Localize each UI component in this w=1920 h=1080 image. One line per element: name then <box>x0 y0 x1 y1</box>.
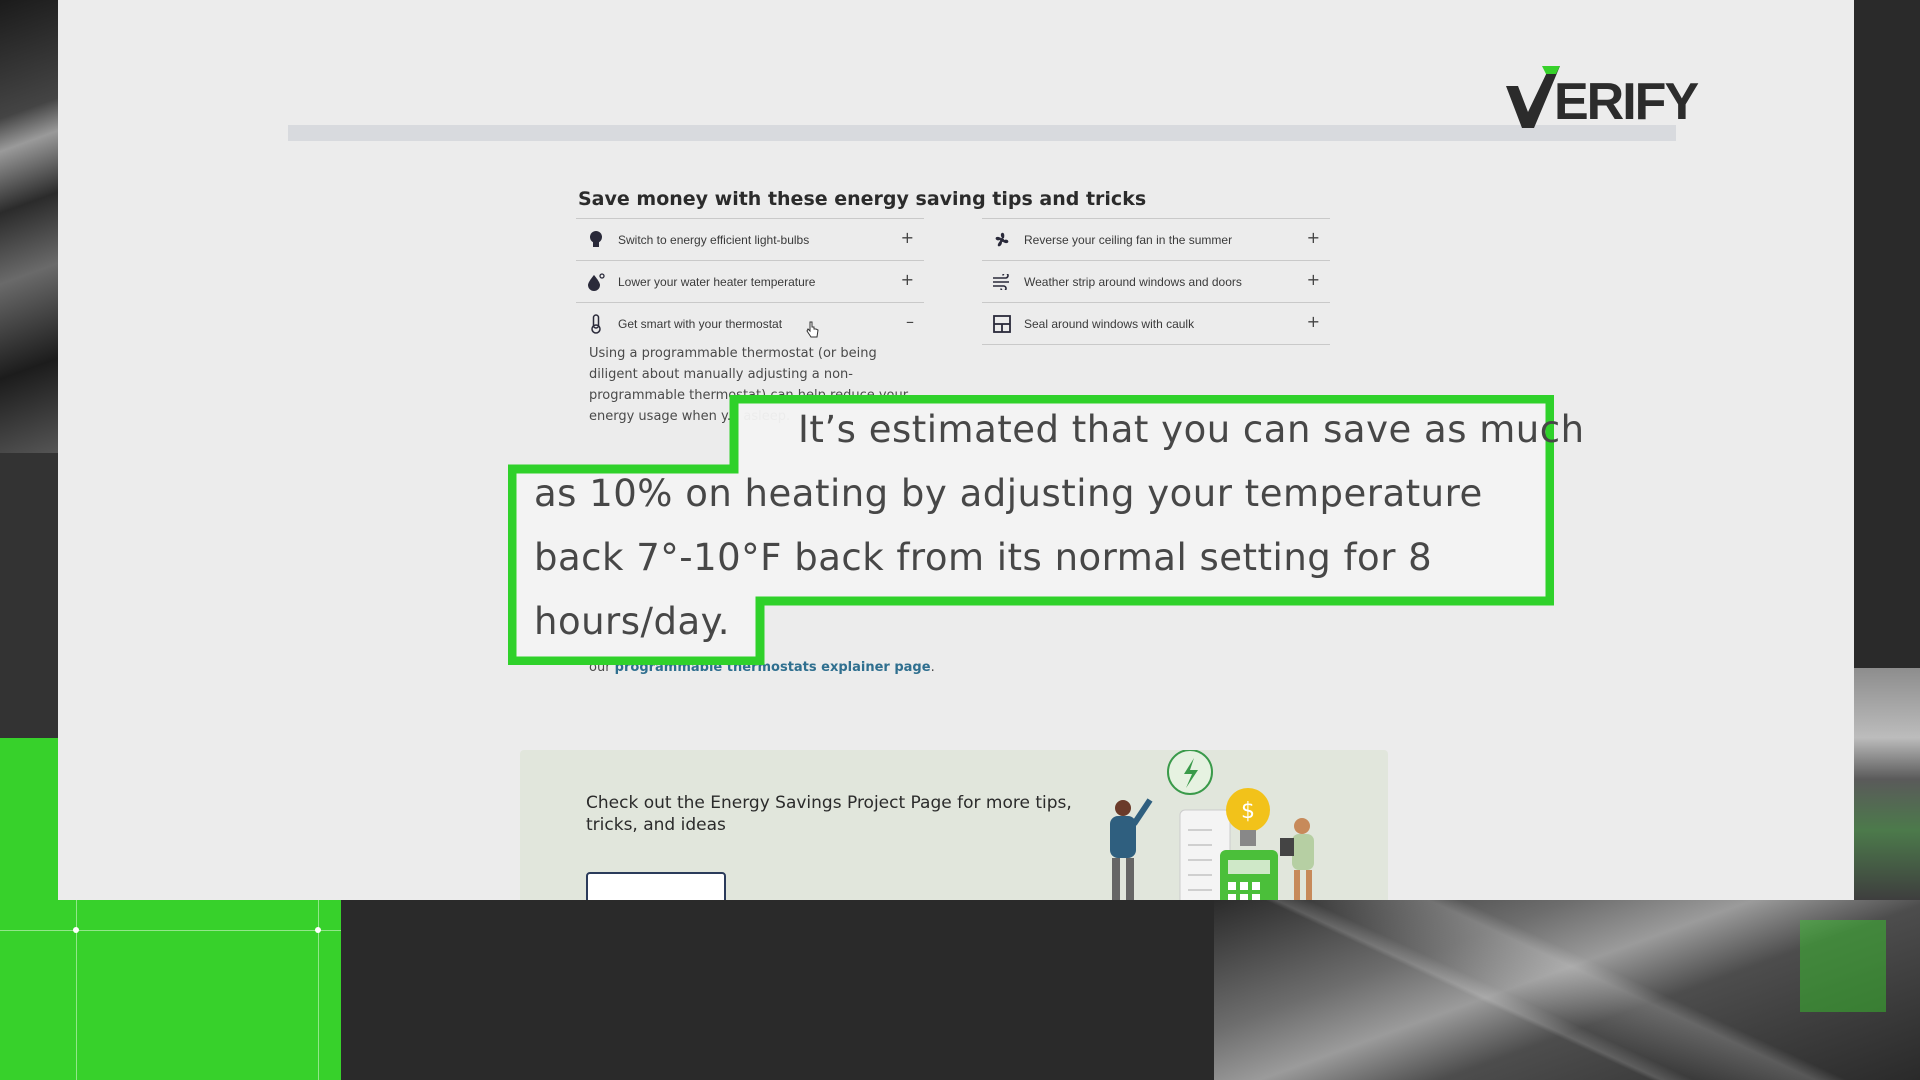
highlighted-quote: It’s estimated that you can save as much… <box>508 395 1584 665</box>
webpage-screenshot: ERIFY Save money with these energy savin… <box>58 0 1854 900</box>
background-photo-left <box>0 0 58 453</box>
expand-plus-icon[interactable]: + <box>1307 312 1320 331</box>
tips-heading: Save money with these energy saving tips… <box>578 188 1147 210</box>
tip-row-ceiling-fan[interactable]: Reverse your ceiling fan in the summer + <box>982 218 1330 260</box>
tip-row-weather-strip[interactable]: Weather strip around windows and doors + <box>982 260 1330 302</box>
expand-plus-icon[interactable]: + <box>901 228 914 247</box>
collapse-minus-icon[interactable]: – <box>906 312 914 331</box>
background-green-strip <box>0 738 58 900</box>
page-top-bar <box>288 125 1676 141</box>
thermometer-icon <box>586 313 606 334</box>
promo-banner: Check out the Energy Savings Project Pag… <box>520 750 1388 900</box>
tip-label: Reverse your ceiling fan in the summer <box>1024 232 1233 247</box>
promo-button[interactable] <box>586 872 726 900</box>
quote-line-2: as 10% on heating by adjusting your temp… <box>534 472 1483 515</box>
quote-line-4: hours/day. <box>534 600 731 643</box>
tip-label: Switch to energy efficient light-bulbs <box>618 232 810 247</box>
svg-text:$: $ <box>1241 799 1255 824</box>
quote-line-3: back 7°-10°F back from its normal settin… <box>534 536 1433 579</box>
tip-label: Seal around windows with caulk <box>1024 316 1195 331</box>
tip-label: Lower your water heater temperature <box>618 274 816 289</box>
logo-wordmark: ERIFY <box>1554 73 1699 131</box>
energy-savings-illustration: $ <box>1110 750 1314 900</box>
quote-line-1: It’s estimated that you can save as much <box>798 408 1585 451</box>
water-drop-icon <box>586 272 606 292</box>
fan-icon <box>992 230 1012 250</box>
tip-row-lightbulbs[interactable]: Switch to energy efficient light-bulbs + <box>576 218 924 260</box>
hand-cursor-icon <box>806 321 819 338</box>
expand-plus-icon[interactable]: + <box>901 270 914 289</box>
tips-column-right: Reverse your ceiling fan in the summer +… <box>982 218 1330 345</box>
promo-text: Check out the Energy Savings Project Pag… <box>586 793 1072 835</box>
expand-plus-icon[interactable]: + <box>1307 270 1320 289</box>
background-photo-strip <box>1854 668 1920 900</box>
background-dark-panel <box>0 453 58 738</box>
window-icon <box>992 314 1012 334</box>
grid-dot <box>73 927 79 933</box>
tip-row-water-heater[interactable]: Lower your water heater temperature + <box>576 260 924 302</box>
background-green-accent <box>1800 920 1886 1012</box>
tip-row-caulk[interactable]: Seal around windows with caulk + <box>982 302 1330 345</box>
tip-label: Get smart with your thermostat <box>618 316 783 331</box>
tip-row-thermostat[interactable]: Get smart with your thermostat – <box>576 302 924 344</box>
grid-dot <box>315 927 321 933</box>
verify-logo: ERIFY <box>1506 58 1699 131</box>
lightbulb-icon <box>586 230 606 250</box>
background-green-corner <box>0 900 341 1080</box>
grid-line <box>0 930 341 931</box>
tips-column-left: Switch to energy efficient light-bulbs +… <box>576 218 924 344</box>
wind-icon <box>992 272 1012 292</box>
expand-plus-icon[interactable]: + <box>1307 228 1320 247</box>
tip-label: Weather strip around windows and doors <box>1024 274 1242 289</box>
checkmark-icon <box>1506 66 1560 128</box>
